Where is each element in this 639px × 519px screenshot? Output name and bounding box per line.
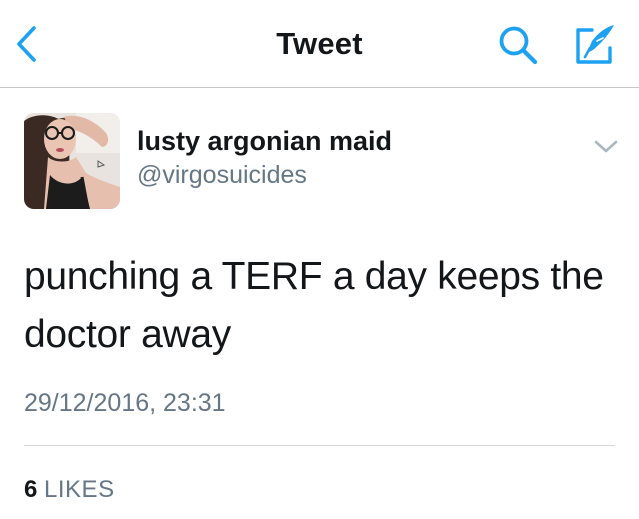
likes-count[interactable]: 6 LIKES xyxy=(24,476,115,504)
likes-label: LIKES xyxy=(44,476,115,503)
profile-photo xyxy=(24,113,120,209)
author-display-name[interactable]: lusty argonian maid xyxy=(137,126,392,157)
tweet-timestamp: 29/12/2016, 23:31 xyxy=(24,389,226,417)
avatar[interactable] xyxy=(24,113,120,209)
navigation-bar: Tweet xyxy=(0,0,639,88)
likes-number: 6 xyxy=(24,476,38,503)
back-button[interactable] xyxy=(10,22,46,66)
chevron-left-icon xyxy=(17,26,36,62)
tweet-text-line: punching a TERF a day keeps the xyxy=(24,255,604,298)
compose-tweet-button[interactable] xyxy=(570,20,622,68)
tweet-text-line: doctor away xyxy=(24,313,231,356)
tweet-text: punching a TERF a day keeps the doctor a… xyxy=(24,248,604,364)
search-button[interactable] xyxy=(494,22,544,68)
divider xyxy=(24,445,615,446)
author-handle[interactable]: @virgosuicides xyxy=(137,161,307,190)
tweet-menu-button[interactable] xyxy=(590,136,622,158)
search-icon xyxy=(499,26,538,65)
compose-tweet-icon xyxy=(576,25,614,64)
chevron-down-icon xyxy=(594,140,618,153)
